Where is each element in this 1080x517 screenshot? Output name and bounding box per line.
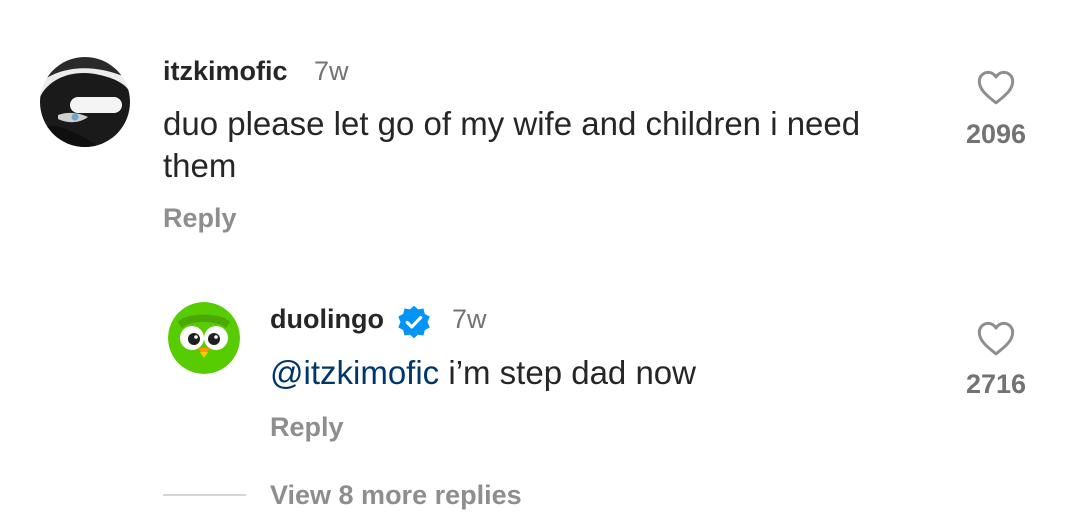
thread-divider [163,494,246,496]
reply-username[interactable]: duolingo [270,304,384,335]
like-count: 2096 [965,119,1027,149]
view-more-replies-button[interactable]: View 8 more replies [270,480,522,511]
reply-button[interactable]: Reply [163,203,237,234]
avatar[interactable] [168,302,240,374]
reply-button[interactable]: Reply [270,412,344,443]
verified-badge-icon [396,304,432,345]
comment-text-line: them [163,147,237,184]
reply-text-body: i’m step dad now [439,354,696,391]
comment-text: duo please let go of my wife and childre… [163,103,860,187]
like-count: 2716 [965,369,1027,399]
heart-outline-icon[interactable] [976,319,1016,362]
mention-link[interactable]: @itzkimofic [270,354,439,391]
comment-text-line: duo please let go of my wife and childre… [163,105,861,142]
comment-username[interactable]: itzkimofic [163,56,288,87]
reply-timestamp: 7w [452,304,487,334]
comment-timestamp: 7w [314,56,349,86]
reply-text: @itzkimofic i’m step dad now [270,352,696,394]
avatar[interactable] [40,57,130,147]
heart-outline-icon[interactable] [976,68,1016,111]
